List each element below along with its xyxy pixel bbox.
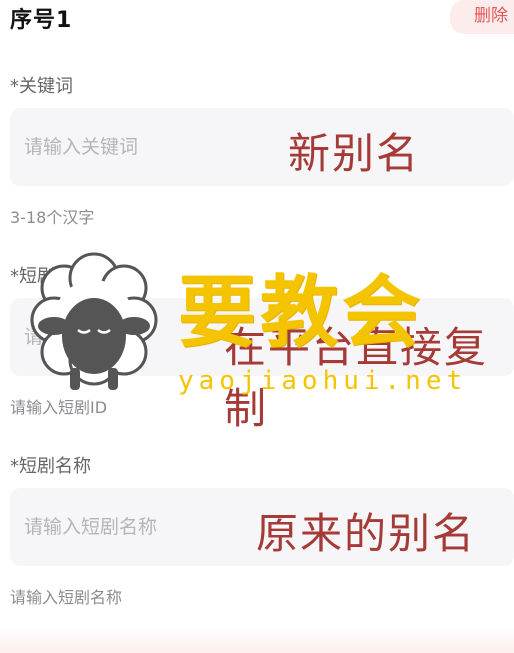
watermark-text: 要教会 [178, 267, 425, 358]
drama-name-annotation: 原来的别名 [256, 509, 477, 558]
bottom-strip [0, 625, 514, 653]
keyword-hint: 3-18个汉字 [10, 208, 95, 227]
keyword-label: *关键词 [10, 76, 73, 97]
watermark-url: yaojiaohui.net [178, 366, 468, 396]
page-title: 序号1 [10, 8, 73, 33]
delete-button[interactable]: 删除 [450, 0, 514, 34]
keyword-annotation: 新别名 [288, 129, 421, 178]
drama-name-hint: 请输入短剧名称 [10, 588, 123, 607]
drama-name-label: *短剧名称 [10, 456, 91, 477]
keyword-input[interactable] [10, 108, 514, 186]
sheep-logo-icon [30, 252, 158, 390]
